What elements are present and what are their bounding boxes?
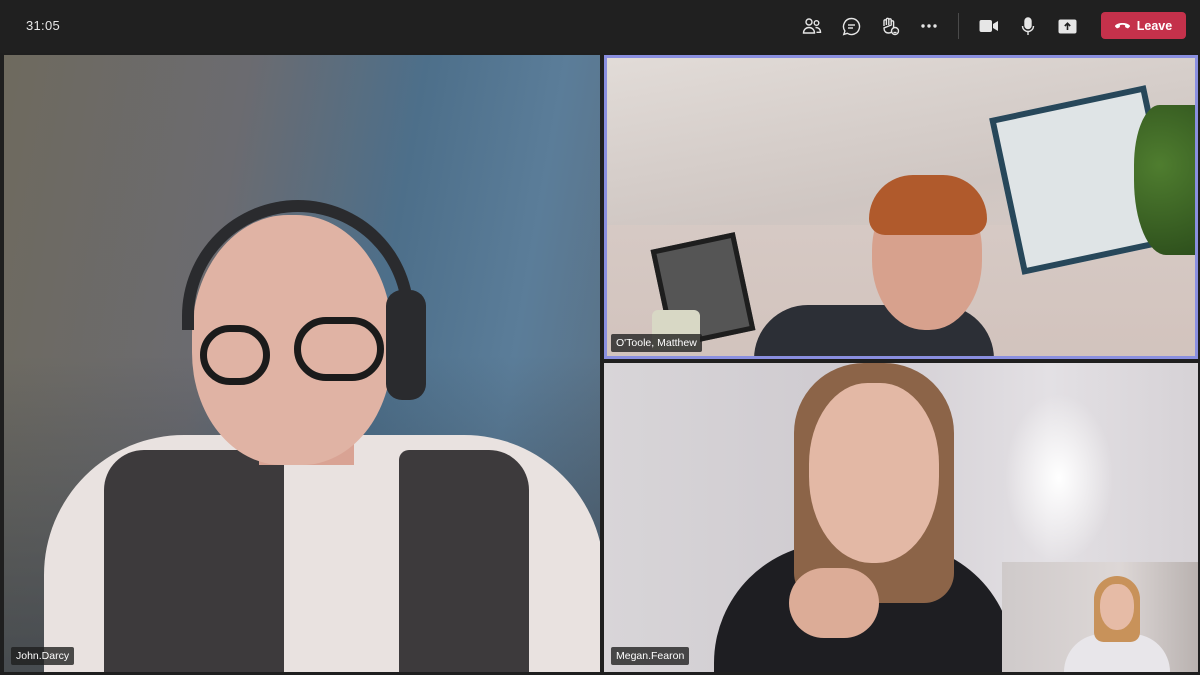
chat-icon [842,17,861,36]
participant-name-john-darcy: John.Darcy [11,647,75,665]
reactions-button[interactable] [875,11,905,41]
phone-hangup-icon [1114,19,1130,33]
glasses-right [294,317,384,381]
vest-left [104,450,284,672]
camera-button[interactable] [974,11,1004,41]
participant-face [809,383,939,563]
share-screen-button[interactable] [1052,11,1082,41]
self-face [1100,584,1134,630]
toolbar-divider [958,13,959,39]
glasses-left [200,325,270,385]
participant-hand [789,568,879,638]
video-tile-john-darcy[interactable]: John.Darcy [4,55,600,672]
meeting-control-bar: 31:05 Leave [0,0,1200,53]
participants-button[interactable] [797,11,827,41]
participants-icon [802,17,822,35]
vest-right [399,450,529,672]
headphones [182,200,414,330]
video-tile-matthew-otoole[interactable]: O'Toole, Matthew [604,55,1198,359]
raise-hand-icon [880,16,900,36]
chat-button[interactable] [836,11,866,41]
headphone-cup [386,290,426,400]
participant-name-megan-fearon: Megan.Fearon [611,647,690,665]
plant [1134,105,1198,255]
microphone-icon [1021,16,1035,36]
meeting-timer: 31:05 [26,18,61,33]
camera-icon [979,19,999,33]
participant-name-matthew-otoole: O'Toole, Matthew [611,334,702,352]
microphone-button[interactable] [1013,11,1043,41]
more-options-button[interactable] [914,11,944,41]
leave-button[interactable]: Leave [1101,12,1186,39]
share-screen-icon [1058,19,1077,34]
more-options-icon [920,23,938,29]
self-view-video[interactable] [1002,562,1198,672]
participant-hair [869,175,987,235]
leave-label: Leave [1136,18,1173,33]
window-light [1004,393,1114,563]
